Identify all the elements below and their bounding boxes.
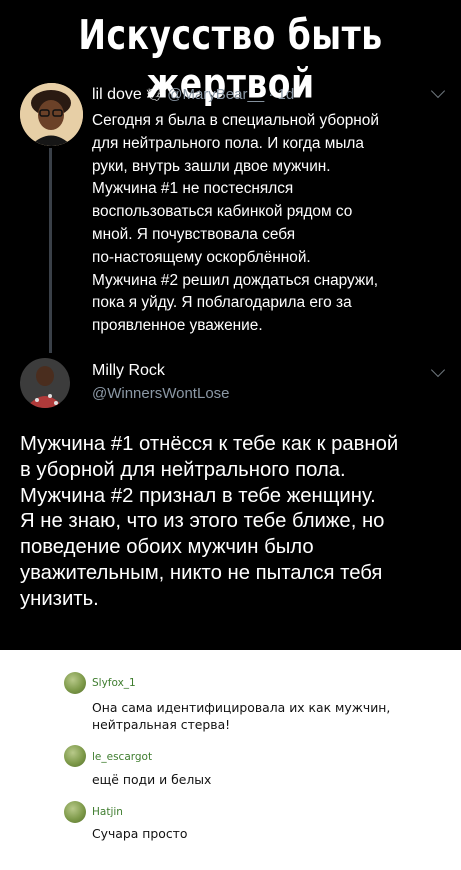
- comment2-author[interactable]: le_escargot: [92, 751, 152, 763]
- avatar-lil-dove-portrait: [20, 83, 83, 146]
- comment2-avatar[interactable]: [64, 745, 86, 767]
- comment1-text: Она сама идентифицировала их как мужчин,…: [92, 700, 391, 732]
- tweet2-menu-chevron-down-icon[interactable]: [430, 362, 446, 378]
- tweet2-author-name[interactable]: Milly Rock: [92, 362, 165, 380]
- tweet2-text: Мужчина #1 отнёсся к тебе как к равной в…: [20, 433, 399, 610]
- tweet1-author: lil dove 🕊 @MaryBear__ · 1d: [92, 86, 294, 104]
- tweet1-author-handle[interactable]: @MaryBear__ · 1d: [167, 86, 294, 103]
- avatar-lil-dove[interactable]: [20, 83, 83, 146]
- meme-image: Искусство быть жертвой lil dove 🕊 @MaryB…: [0, 0, 461, 870]
- tweet-screenshot-panel: Искусство быть жертвой lil dove 🕊 @MaryB…: [0, 0, 461, 650]
- dove-icon: 🕊: [146, 88, 163, 103]
- tweet2-author-handle[interactable]: @WinnersWontLose: [92, 385, 230, 402]
- tweet1-author-name[interactable]: lil dove: [92, 86, 142, 103]
- tweet1-text: Сегодня я была в специальной уборной для…: [92, 112, 379, 335]
- thread-connector-line: [49, 148, 52, 353]
- comment3-avatar[interactable]: [64, 801, 86, 823]
- comment3-text: Сучара просто: [92, 826, 188, 841]
- comment1-author[interactable]: Slyfox_1: [92, 677, 136, 689]
- comment3-author[interactable]: Hatjin: [92, 806, 123, 818]
- comment1-avatar[interactable]: [64, 672, 86, 694]
- avatar-milly-rock[interactable]: [20, 358, 70, 408]
- comment2-text: ещё поди и белых: [92, 772, 212, 787]
- avatar-milly-rock-portrait: [20, 358, 70, 408]
